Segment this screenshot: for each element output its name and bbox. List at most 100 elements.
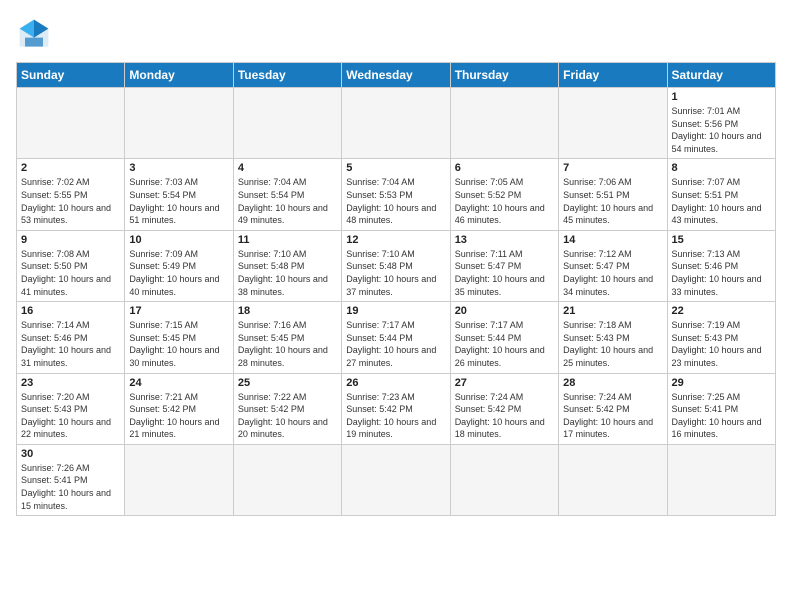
day-info: Sunrise: 7:25 AM Sunset: 5:41 PM Dayligh… [672, 391, 771, 441]
day-info: Sunrise: 7:06 AM Sunset: 5:51 PM Dayligh… [563, 176, 662, 226]
day-info: Sunrise: 7:10 AM Sunset: 5:48 PM Dayligh… [238, 248, 337, 298]
weekday-header-monday: Monday [125, 63, 233, 88]
weekday-header-thursday: Thursday [450, 63, 558, 88]
day-info: Sunrise: 7:12 AM Sunset: 5:47 PM Dayligh… [563, 248, 662, 298]
day-info: Sunrise: 7:17 AM Sunset: 5:44 PM Dayligh… [455, 319, 554, 369]
week-row-2: 9Sunrise: 7:08 AM Sunset: 5:50 PM Daylig… [17, 230, 776, 301]
day-cell: 15 Sunrise: 7:13 AM Sunset: 5:46 PM Dayli… [667, 230, 775, 301]
day-info: Sunrise: 7:16 AM Sunset: 5:45 PM Dayligh… [238, 319, 337, 369]
day-cell: 21Sunrise: 7:18 AM Sunset: 5:43 PM Dayli… [559, 302, 667, 373]
day-cell: 23Sunrise: 7:20 AM Sunset: 5:43 PM Dayli… [17, 373, 125, 444]
week-row-0: 1 Sunrise: 7:01 AM Sunset: 5:56 PM Daylig… [17, 88, 776, 159]
day-cell: 22 Sunrise: 7:19 AM Sunset: 5:43 PM Dayli… [667, 302, 775, 373]
day-cell: 2 Sunrise: 7:02 AM Sunset: 5:55 PM Daylig… [17, 159, 125, 230]
weekday-header-sunday: Sunday [17, 63, 125, 88]
day-number: 18 [238, 305, 337, 317]
day-info: Sunrise: 7:09 AM Sunset: 5:49 PM Dayligh… [129, 248, 228, 298]
day-info: Sunrise: 7:10 AM Sunset: 5:48 PM Dayligh… [346, 248, 445, 298]
day-info: Sunrise: 7:02 AM Sunset: 5:55 PM Dayligh… [21, 176, 120, 226]
day-cell [559, 444, 667, 515]
weekday-header-row: SundayMondayTuesdayWednesdayThursdayFrid… [17, 63, 776, 88]
day-info: Sunrise: 7:01 AM Sunset: 5:56 PM Dayligh… [672, 105, 771, 155]
day-cell [125, 444, 233, 515]
day-cell: 10 Sunrise: 7:09 AM Sunset: 5:49 PM Dayli… [125, 230, 233, 301]
day-info: Sunrise: 7:21 AM Sunset: 5:42 PM Dayligh… [129, 391, 228, 441]
day-cell: 17 Sunrise: 7:15 AM Sunset: 5:45 PM Dayli… [125, 302, 233, 373]
day-number: 15 [672, 234, 771, 246]
page: SundayMondayTuesdayWednesdayThursdayFrid… [0, 0, 792, 612]
day-cell [342, 444, 450, 515]
day-info: Sunrise: 7:17 AM Sunset: 5:44 PM Dayligh… [346, 319, 445, 369]
day-cell: 29 Sunrise: 7:25 AM Sunset: 5:41 PM Dayli… [667, 373, 775, 444]
day-number: 22 [672, 305, 771, 317]
day-number: 4 [238, 162, 337, 174]
day-number: 29 [672, 377, 771, 389]
day-number: 11 [238, 234, 337, 246]
day-cell: 1 Sunrise: 7:01 AM Sunset: 5:56 PM Daylig… [667, 88, 775, 159]
day-number: 24 [129, 377, 228, 389]
day-number: 21 [563, 305, 662, 317]
day-info: Sunrise: 7:20 AM Sunset: 5:43 PM Dayligh… [21, 391, 120, 441]
day-cell [450, 444, 558, 515]
day-cell: 12 Sunrise: 7:10 AM Sunset: 5:48 PM Dayli… [342, 230, 450, 301]
day-cell [125, 88, 233, 159]
day-number: 28 [563, 377, 662, 389]
day-info: Sunrise: 7:13 AM Sunset: 5:46 PM Dayligh… [672, 248, 771, 298]
day-cell: 27Sunrise: 7:24 AM Sunset: 5:42 PM Dayli… [450, 373, 558, 444]
day-cell [559, 88, 667, 159]
logo [16, 16, 56, 52]
day-number: 19 [346, 305, 445, 317]
weekday-header-saturday: Saturday [667, 63, 775, 88]
day-info: Sunrise: 7:04 AM Sunset: 5:53 PM Dayligh… [346, 176, 445, 226]
day-cell: 6Sunrise: 7:05 AM Sunset: 5:52 PM Daylig… [450, 159, 558, 230]
weekday-header-wednesday: Wednesday [342, 63, 450, 88]
day-number: 12 [346, 234, 445, 246]
general-blue-icon [16, 16, 52, 52]
day-info: Sunrise: 7:26 AM Sunset: 5:41 PM Dayligh… [21, 462, 120, 512]
day-cell [233, 444, 341, 515]
day-number: 8 [672, 162, 771, 174]
day-number: 3 [129, 162, 228, 174]
day-cell: 9Sunrise: 7:08 AM Sunset: 5:50 PM Daylig… [17, 230, 125, 301]
day-info: Sunrise: 7:15 AM Sunset: 5:45 PM Dayligh… [129, 319, 228, 369]
day-number: 1 [672, 91, 771, 103]
day-info: Sunrise: 7:22 AM Sunset: 5:42 PM Dayligh… [238, 391, 337, 441]
day-number: 13 [455, 234, 554, 246]
day-info: Sunrise: 7:07 AM Sunset: 5:51 PM Dayligh… [672, 176, 771, 226]
day-cell: 5 Sunrise: 7:04 AM Sunset: 5:53 PM Daylig… [342, 159, 450, 230]
day-cell: 3 Sunrise: 7:03 AM Sunset: 5:54 PM Daylig… [125, 159, 233, 230]
day-cell [342, 88, 450, 159]
day-number: 17 [129, 305, 228, 317]
week-row-1: 2 Sunrise: 7:02 AM Sunset: 5:55 PM Daylig… [17, 159, 776, 230]
weekday-header-friday: Friday [559, 63, 667, 88]
week-row-5: 30 Sunrise: 7:26 AM Sunset: 5:41 PM Dayli… [17, 444, 776, 515]
day-info: Sunrise: 7:19 AM Sunset: 5:43 PM Dayligh… [672, 319, 771, 369]
day-number: 10 [129, 234, 228, 246]
day-cell: 13Sunrise: 7:11 AM Sunset: 5:47 PM Dayli… [450, 230, 558, 301]
day-number: 14 [563, 234, 662, 246]
day-number: 27 [455, 377, 554, 389]
day-number: 5 [346, 162, 445, 174]
day-cell [450, 88, 558, 159]
day-info: Sunrise: 7:14 AM Sunset: 5:46 PM Dayligh… [21, 319, 120, 369]
day-cell: 25Sunrise: 7:22 AM Sunset: 5:42 PM Dayli… [233, 373, 341, 444]
day-cell: 18 Sunrise: 7:16 AM Sunset: 5:45 PM Dayli… [233, 302, 341, 373]
day-info: Sunrise: 7:04 AM Sunset: 5:54 PM Dayligh… [238, 176, 337, 226]
day-number: 2 [21, 162, 120, 174]
day-cell: 26Sunrise: 7:23 AM Sunset: 5:42 PM Dayli… [342, 373, 450, 444]
day-number: 30 [21, 448, 120, 460]
calendar: SundayMondayTuesdayWednesdayThursdayFrid… [16, 62, 776, 516]
day-cell: 11 Sunrise: 7:10 AM Sunset: 5:48 PM Dayli… [233, 230, 341, 301]
day-number: 9 [21, 234, 120, 246]
day-cell: 14 Sunrise: 7:12 AM Sunset: 5:47 PM Dayli… [559, 230, 667, 301]
week-row-3: 16Sunrise: 7:14 AM Sunset: 5:46 PM Dayli… [17, 302, 776, 373]
day-cell: 4 Sunrise: 7:04 AM Sunset: 5:54 PM Daylig… [233, 159, 341, 230]
weekday-header-tuesday: Tuesday [233, 63, 341, 88]
week-row-4: 23Sunrise: 7:20 AM Sunset: 5:43 PM Dayli… [17, 373, 776, 444]
day-cell [667, 444, 775, 515]
day-number: 7 [563, 162, 662, 174]
day-cell [17, 88, 125, 159]
day-info: Sunrise: 7:03 AM Sunset: 5:54 PM Dayligh… [129, 176, 228, 226]
day-cell [233, 88, 341, 159]
day-cell: 7 Sunrise: 7:06 AM Sunset: 5:51 PM Daylig… [559, 159, 667, 230]
